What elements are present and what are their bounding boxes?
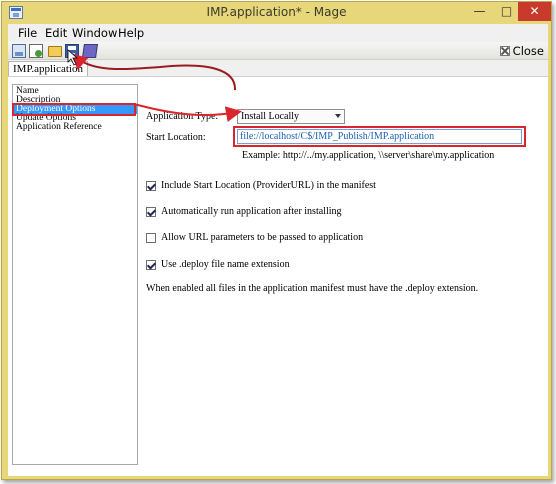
close-document-button[interactable]: Close bbox=[499, 43, 544, 58]
menu-help[interactable]: Help bbox=[118, 26, 144, 40]
nav-highlight-box bbox=[12, 103, 136, 116]
include-start-location-label: Include Start Location (ProviderURL) in … bbox=[161, 180, 376, 191]
report-icon[interactable] bbox=[12, 44, 26, 58]
use-deploy-extension-label: Use .deploy file name extension bbox=[161, 259, 290, 270]
menu-edit[interactable]: Edit bbox=[45, 26, 67, 40]
close-window-button[interactable]: ✕ bbox=[518, 2, 551, 21]
save-icon[interactable] bbox=[65, 44, 79, 58]
start-location-label: Start Location: bbox=[146, 132, 206, 143]
minimize-button[interactable]: — bbox=[466, 2, 493, 21]
start-location-example: Example: http://../my.application, \\ser… bbox=[242, 150, 495, 161]
checkbox-box[interactable] bbox=[146, 259, 156, 270]
close-icon bbox=[499, 45, 510, 56]
menu-window[interactable]: Window bbox=[72, 26, 117, 40]
chevron-down-icon bbox=[335, 114, 341, 118]
checkbox-box[interactable] bbox=[146, 206, 156, 217]
maximize-button[interactable]: □ bbox=[493, 2, 520, 21]
use-deploy-extension-checkbox[interactable]: Use .deploy file name extension bbox=[146, 259, 290, 270]
checkbox-box[interactable] bbox=[146, 180, 156, 191]
nav-item-application-reference[interactable]: Application Reference bbox=[13, 122, 137, 132]
menu-file[interactable]: File bbox=[18, 26, 37, 40]
tab-imp-application[interactable]: IMP.application bbox=[8, 61, 88, 77]
deploy-extension-note: When enabled all files in the applicatio… bbox=[146, 283, 479, 294]
auto-run-checkbox[interactable]: Automatically run application after inst… bbox=[146, 206, 342, 217]
open-folder-icon[interactable] bbox=[48, 46, 62, 57]
document-tabs: IMP.application bbox=[8, 61, 548, 77]
application-type-label: Application Type: bbox=[146, 111, 219, 122]
allow-url-parameters-checkbox[interactable]: Allow URL parameters to be passed to app… bbox=[146, 232, 363, 243]
client-area: File Edit Window Help Close IMP.applicat… bbox=[8, 24, 548, 476]
close-label: Close bbox=[512, 43, 544, 58]
start-location-input[interactable]: file://localhost/C$/IMP_Publish/IMP.appl… bbox=[237, 129, 522, 144]
tab-content: Name Description Deployment Options Upda… bbox=[8, 76, 548, 476]
checkbox-box[interactable] bbox=[146, 232, 156, 243]
toolbar: Close bbox=[8, 42, 548, 60]
application-type-value: Install Locally bbox=[241, 111, 300, 122]
allow-url-parameters-label: Allow URL parameters to be passed to app… bbox=[161, 232, 364, 243]
nav-list: Name Description Deployment Options Upda… bbox=[12, 84, 138, 465]
page-icon[interactable] bbox=[29, 44, 43, 58]
include-start-location-checkbox[interactable]: Include Start Location (ProviderURL) in … bbox=[146, 180, 376, 191]
application-type-select[interactable]: Install Locally bbox=[237, 109, 345, 124]
auto-run-label: Automatically run application after inst… bbox=[161, 206, 342, 217]
title-bar[interactable]: IMP.application* - Mage — □ ✕ bbox=[2, 2, 551, 24]
save-all-icon[interactable] bbox=[82, 44, 98, 58]
menu-bar: File Edit Window Help bbox=[8, 24, 548, 42]
mage-window: IMP.application* - Mage — □ ✕ File Edit … bbox=[1, 1, 552, 480]
